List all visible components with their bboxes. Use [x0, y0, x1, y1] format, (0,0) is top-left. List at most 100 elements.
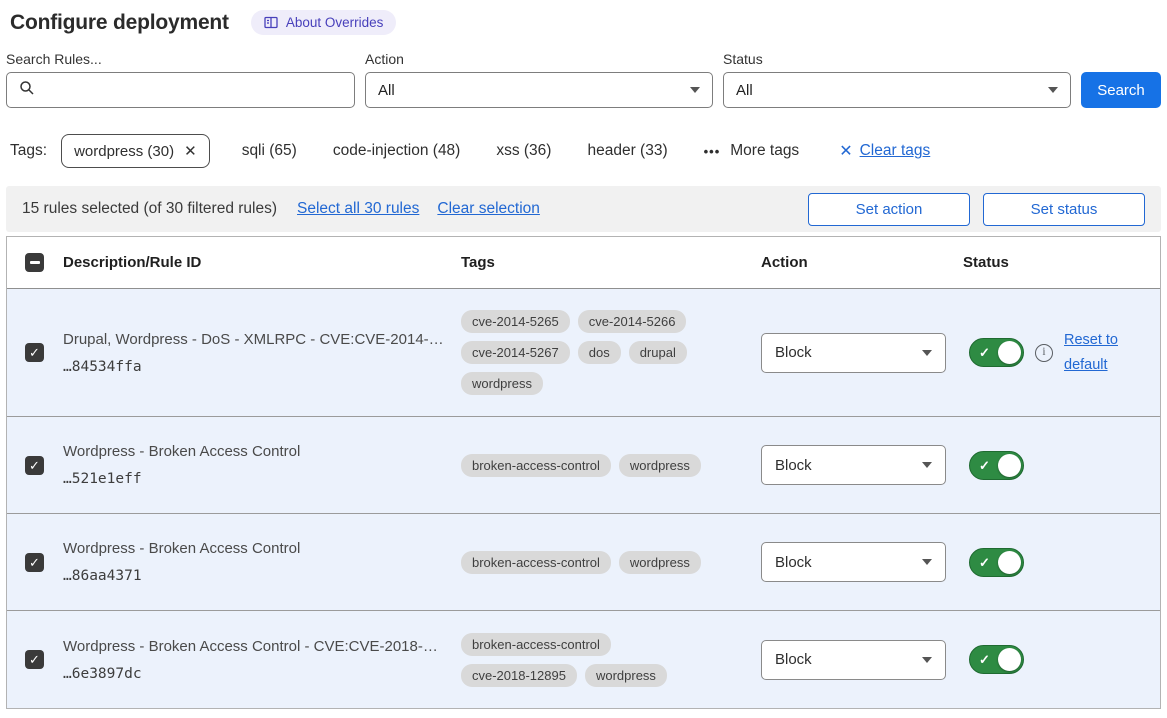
- action-filter-select[interactable]: All: [365, 72, 713, 108]
- tag-pill: broken-access-control: [461, 633, 611, 656]
- status-toggle[interactable]: ✓: [969, 645, 1024, 674]
- more-tags-button[interactable]: ••• More tags: [704, 142, 800, 160]
- rule-id: …84534ffa: [63, 359, 461, 375]
- table-body: ✓ Drupal, Wordpress - DoS - XMLRPC - CVE…: [7, 289, 1160, 708]
- row-checkbox[interactable]: ✓: [25, 553, 44, 572]
- table-row: ✓ Wordpress - Broken Access Control …521…: [7, 417, 1160, 514]
- toggle-knob: [998, 648, 1021, 671]
- tag-filter-option[interactable]: header (33): [587, 142, 667, 160]
- toggle-knob: [998, 341, 1021, 364]
- select-all-link[interactable]: Select all 30 rules: [297, 200, 419, 218]
- status-toggle[interactable]: ✓: [969, 548, 1024, 577]
- tag-pill: dos: [578, 341, 621, 364]
- check-icon: ✓: [979, 652, 990, 668]
- set-action-button[interactable]: Set action: [808, 193, 970, 226]
- toggle-knob: [998, 454, 1021, 477]
- status-filter-select[interactable]: All: [723, 72, 1071, 108]
- tags-bar: Tags: wordpress (30) ✕ sqli (65) code-inj…: [10, 134, 1161, 168]
- check-icon: ✓: [29, 556, 40, 569]
- tag-pill: cve-2018-12895: [461, 664, 577, 687]
- tag-filter-option[interactable]: xss (36): [496, 142, 551, 160]
- filter-bar: Search Rules... Action All Status: [6, 51, 1161, 108]
- check-icon: ✓: [29, 459, 40, 472]
- table-header-row: Description/Rule ID Tags Action Status: [7, 237, 1160, 289]
- more-tags-label: More tags: [730, 142, 799, 160]
- rule-description-cell: Wordpress - Broken Access Control …86aa4…: [63, 540, 461, 584]
- search-rules-label: Search Rules...: [6, 51, 355, 67]
- about-overrides-badge[interactable]: About Overrides: [251, 10, 397, 35]
- tag-filter-option[interactable]: sqli (65): [242, 142, 297, 160]
- selected-tag-wordpress[interactable]: wordpress (30) ✕: [61, 134, 210, 168]
- status-filter-label: Status: [723, 51, 1071, 67]
- row-checkbox[interactable]: ✓: [25, 343, 44, 362]
- set-status-button[interactable]: Set status: [983, 193, 1145, 226]
- check-icon: ✓: [979, 458, 990, 474]
- selection-bar: 15 rules selected (of 30 filtered rules)…: [6, 186, 1161, 232]
- search-button[interactable]: Search: [1081, 72, 1161, 108]
- remove-tag-icon[interactable]: ✕: [184, 142, 197, 160]
- rule-description-cell: Wordpress - Broken Access Control - CVE:…: [63, 638, 461, 682]
- about-overrides-label: About Overrides: [286, 15, 384, 30]
- row-checkbox[interactable]: ✓: [25, 456, 44, 475]
- row-checkbox[interactable]: ✓: [25, 650, 44, 669]
- chevron-down-icon: [1048, 87, 1058, 93]
- selection-summary: 15 rules selected (of 30 filtered rules): [22, 200, 277, 218]
- search-rules-input[interactable]: [43, 81, 342, 100]
- rules-table: Description/Rule ID Tags Action Status ✓…: [6, 236, 1161, 709]
- check-icon: ✓: [979, 345, 990, 361]
- rule-description-cell: Drupal, Wordpress - DoS - XMLRPC - CVE:C…: [63, 331, 461, 375]
- close-icon: ✕: [839, 141, 852, 161]
- search-input-box[interactable]: [6, 72, 355, 108]
- action-filter-value: All: [378, 82, 395, 99]
- tag-filter-list: sqli (65) code-injection (48) xss (36) head…: [242, 142, 668, 160]
- tag-pill: drupal: [629, 341, 687, 364]
- configure-deployment-page: Configure deployment About Overrides Sea…: [0, 0, 1167, 709]
- rule-action-select[interactable]: Block: [761, 445, 946, 485]
- page-header: Configure deployment About Overrides: [10, 10, 1161, 35]
- rule-status-cell: ✓: [963, 451, 1160, 480]
- chevron-down-icon: [922, 350, 932, 356]
- table-row: ✓ Drupal, Wordpress - DoS - XMLRPC - CVE…: [7, 289, 1160, 417]
- rule-action-value: Block: [775, 457, 812, 474]
- check-icon: ✓: [979, 555, 990, 571]
- action-filter-field: Action All: [365, 51, 713, 108]
- tag-pill: cve-2014-5267: [461, 341, 570, 364]
- rule-description: Wordpress - Broken Access Control - CVE:…: [63, 638, 461, 655]
- tag-filter-option[interactable]: code-injection (48): [333, 142, 461, 160]
- indeterminate-minus-icon: [30, 261, 40, 264]
- selected-tag-label: wordpress (30): [74, 143, 174, 160]
- rule-description-cell: Wordpress - Broken Access Control …521e1…: [63, 443, 461, 487]
- rule-action-value: Block: [775, 651, 812, 668]
- tag-pill: broken-access-control: [461, 551, 611, 574]
- rule-action-value: Block: [775, 554, 812, 571]
- rule-action-select[interactable]: Block: [761, 333, 946, 373]
- search-icon: [19, 80, 35, 100]
- column-header-tags: Tags: [461, 254, 761, 271]
- status-toggle[interactable]: ✓: [969, 451, 1024, 480]
- tags-label: Tags:: [10, 142, 47, 160]
- rule-description: Drupal, Wordpress - DoS - XMLRPC - CVE:C…: [63, 331, 461, 348]
- rule-action-select[interactable]: Block: [761, 640, 946, 680]
- page-title: Configure deployment: [10, 11, 229, 35]
- select-all-checkbox[interactable]: [25, 253, 44, 272]
- clear-selection-link[interactable]: Clear selection: [437, 200, 540, 218]
- reset-to-default-link[interactable]: Reset to default: [1064, 328, 1134, 377]
- status-filter-field: Status All: [723, 51, 1071, 108]
- status-toggle[interactable]: ✓: [969, 338, 1024, 367]
- search-rules-field: Search Rules...: [6, 51, 355, 108]
- chevron-down-icon: [922, 559, 932, 565]
- rule-status-cell: ✓: [963, 548, 1160, 577]
- rule-id: …6e3897dc: [63, 666, 461, 682]
- clear-tags-button[interactable]: ✕ Clear tags: [839, 141, 930, 161]
- status-filter-value: All: [736, 82, 753, 99]
- info-icon[interactable]: i: [1035, 344, 1053, 362]
- tag-pill: cve-2014-5265: [461, 310, 570, 333]
- rule-action-select[interactable]: Block: [761, 542, 946, 582]
- action-filter-label: Action: [365, 51, 713, 67]
- column-header-action: Action: [761, 254, 963, 271]
- tag-pill: broken-access-control: [461, 454, 611, 477]
- tag-pill: wordpress: [619, 454, 701, 477]
- tag-pill: wordpress: [619, 551, 701, 574]
- rule-tags-cell: cve-2014-5265cve-2014-5266cve-2014-5267d…: [461, 310, 733, 395]
- rule-id: …521e1eff: [63, 471, 461, 487]
